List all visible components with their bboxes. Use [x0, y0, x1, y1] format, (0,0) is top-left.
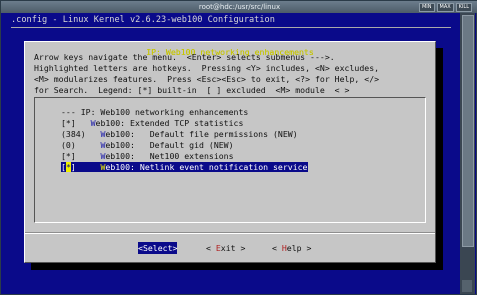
- menu-label: eb100: Default file permissions (NEW): [105, 129, 298, 139]
- help-label: elp: [286, 243, 302, 253]
- scrollbar-thumb[interactable]: [462, 15, 474, 247]
- bracket: <: [272, 243, 282, 253]
- window-title: root@hdc:/usr/src/linux: [198, 3, 281, 11]
- menu-prefix: ---: [61, 107, 81, 117]
- exit-button[interactable]: < Exit >: [206, 242, 245, 254]
- menu-prefix: [*]: [61, 151, 101, 161]
- menu-label: eb100: Net100 extensions: [105, 151, 234, 161]
- config-header: .config - Linux Kernel v2.6.23-web100 Co…: [11, 15, 275, 25]
- help-button[interactable]: < Help >: [272, 242, 311, 254]
- menu-item-net100-extensions[interactable]: [*] Web100: Net100 extensions: [61, 151, 234, 162]
- menu-item-extended-tcp-stats[interactable]: [*] Web100: Extended TCP statistics: [61, 118, 243, 129]
- minimize-button[interactable]: MIN: [418, 3, 435, 12]
- header-divider: [11, 27, 451, 28]
- button-divider-highlight: [25, 233, 435, 234]
- selected-row: [*] Web100: Netlink event notification s…: [61, 162, 308, 172]
- menu-prefix-close: ]: [70, 162, 101, 172]
- menu-list: --- IP: Web100 networking enhancements […: [34, 97, 426, 223]
- bracket: <: [206, 243, 216, 253]
- menu-label: eb100: Default gid (NEW): [105, 140, 234, 150]
- exit-label: xit: [220, 243, 236, 253]
- bracket: >: [172, 243, 178, 253]
- menu-prefix: (384): [61, 129, 101, 139]
- help-text: Arrow keys navigate the menu. <Enter> se…: [34, 52, 379, 96]
- menu-label: eb100: Netlink event notification servic…: [105, 162, 308, 172]
- scrollbar[interactable]: [460, 13, 475, 294]
- menu-item-heading[interactable]: --- IP: Web100 networking enhancements: [61, 107, 248, 118]
- menu-item-default-file-permissions[interactable]: (384) Web100: Default file permissions (…: [61, 129, 298, 140]
- help-line-2: Highlighted letters are hotkeys. Pressin…: [34, 63, 380, 73]
- select-label: elect: [147, 243, 173, 253]
- help-line-4: for Search. Legend: [*] built-in [ ] exc…: [34, 85, 350, 95]
- help-line-3: <M> modularizes features. Press <Esc><Es…: [34, 74, 380, 84]
- close-button[interactable]: KILL: [455, 3, 472, 12]
- menu-prefix: [*]: [61, 118, 91, 128]
- bracket: >: [301, 243, 312, 253]
- window-controls: MIN MAX KILL: [418, 3, 472, 12]
- scrollbar-grip[interactable]: [462, 280, 472, 292]
- menu-item-default-gid[interactable]: (0) Web100: Default gid (NEW): [61, 140, 234, 151]
- menu-label: eb100: Extended TCP statistics: [95, 118, 244, 128]
- dialog-shadow-bottom: [31, 263, 443, 270]
- menu-label: IP: Web100 networking enhancements: [80, 107, 249, 117]
- terminal-window: root@hdc:/usr/src/linux MIN MAX KILL .co…: [0, 0, 477, 295]
- menuconfig-dialog: IP: Web100 networking enhancements Arrow…: [24, 41, 436, 263]
- window-titlebar[interactable]: root@hdc:/usr/src/linux MIN MAX KILL: [1, 1, 477, 13]
- menu-item-netlink-event-notification[interactable]: [*] Web100: Netlink event notification s…: [61, 162, 308, 173]
- help-line-1: Arrow keys navigate the menu. <Enter> se…: [34, 52, 335, 62]
- bracket: >: [235, 243, 246, 253]
- maximize-button[interactable]: MAX: [436, 3, 454, 12]
- dialog-shadow-right: [436, 48, 443, 263]
- select-button[interactable]: <Select>: [138, 242, 178, 254]
- button-bar: <Select> < Exit > < Help >: [25, 242, 435, 254]
- menu-prefix: (0): [61, 140, 101, 150]
